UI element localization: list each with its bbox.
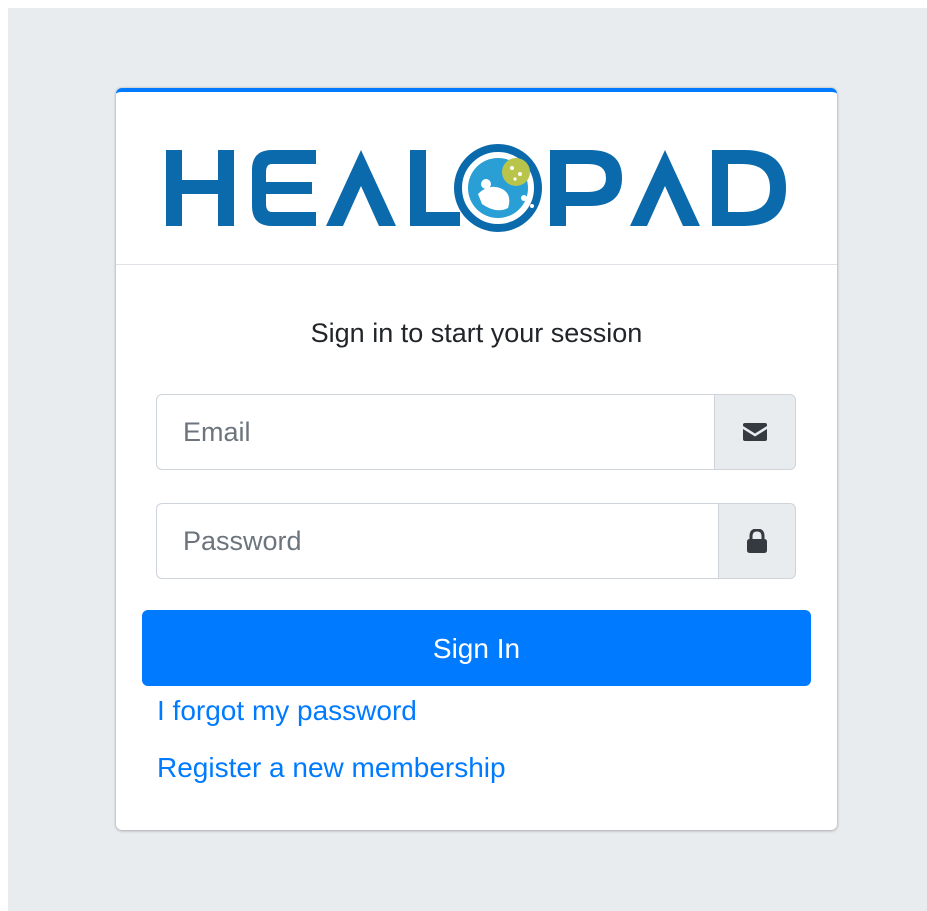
sign-in-button[interactable]: Sign In xyxy=(142,610,811,686)
healopad-logo xyxy=(166,144,786,232)
password-field[interactable] xyxy=(156,503,718,579)
password-addon xyxy=(718,503,796,579)
envelope-icon xyxy=(743,423,767,441)
login-card: Sign in to start your session Sign In I … xyxy=(116,88,837,830)
forgot-password-link[interactable]: I forgot my password xyxy=(157,695,417,727)
email-input-group xyxy=(156,394,796,470)
email-addon xyxy=(714,394,796,470)
login-box-message: Sign in to start your session xyxy=(310,318,643,348)
lock-icon xyxy=(747,529,767,553)
card-header xyxy=(116,92,837,265)
register-link[interactable]: Register a new membership xyxy=(157,752,506,784)
email-field[interactable] xyxy=(156,394,714,470)
password-input-group xyxy=(156,503,796,579)
